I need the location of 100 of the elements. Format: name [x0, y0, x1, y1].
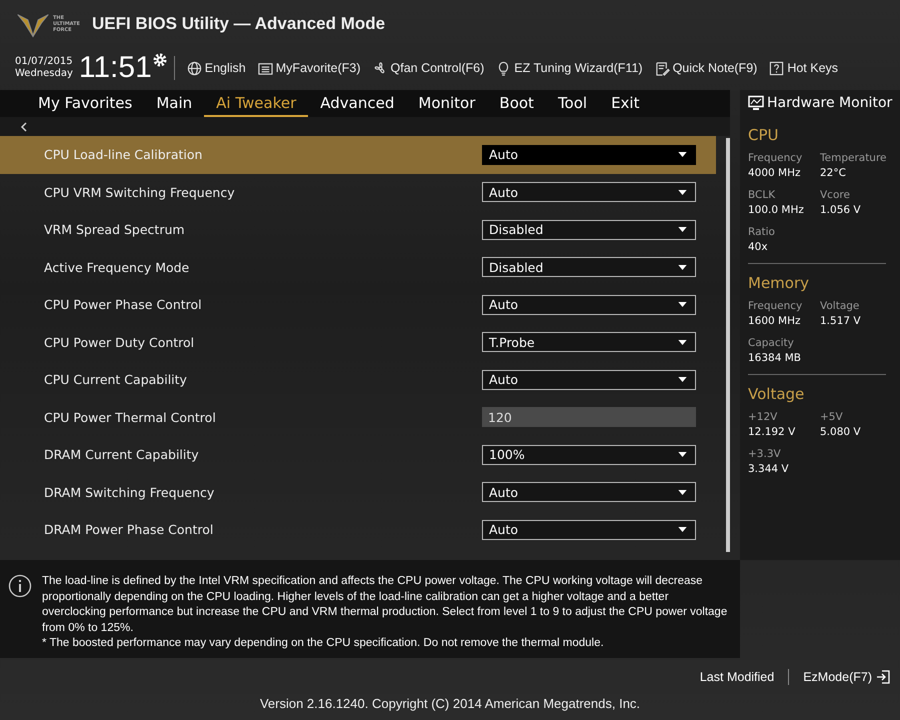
- menu-tab[interactable]: Tool: [546, 90, 600, 117]
- dropdown[interactable]: Auto: [482, 520, 696, 540]
- setting-row[interactable]: CPU Power Duty Control T.Probe: [0, 324, 726, 361]
- dropdown[interactable]: Disabled: [482, 257, 696, 278]
- caret-icon: [678, 227, 687, 232]
- menu-tab[interactable]: Boot: [487, 90, 546, 117]
- setting-label: VRM Spread Spectrum: [44, 222, 185, 238]
- menu-tab[interactable]: Monitor: [406, 90, 488, 117]
- sensor-value: 3.344 V: [748, 463, 790, 475]
- setting-row[interactable]: Active Frequency Mode Disabled: [0, 248, 726, 286]
- setting-row[interactable]: DRAM Current Capability 100%: [0, 436, 726, 474]
- toolbar-button[interactable]: Hot Keys: [763, 60, 844, 76]
- setting-label: CPU Power Duty Control: [44, 334, 194, 350]
- caret-icon: [678, 527, 687, 532]
- help-note: * The boosted performance may vary depending on the CPU specification. Do not remove the thermal module.: [42, 636, 605, 651]
- sensor-label: Ratio: [748, 226, 776, 238]
- sensor-value: 5.080 V: [820, 426, 862, 438]
- menu-tab[interactable]: Exit: [599, 90, 652, 117]
- dropdown[interactable]: Auto: [482, 294, 696, 315]
- setting-label: Active Frequency Mode: [44, 260, 190, 275]
- ezmode-button[interactable]: EzMode(F7): [803, 670, 890, 684]
- setting-label: CPU Power Thermal Control: [44, 410, 216, 425]
- caret-icon: [678, 452, 687, 458]
- dropdown[interactable]: Auto: [482, 370, 696, 390]
- setting-label: CPU Load-line Calibration: [44, 147, 202, 162]
- sensor-label: +5V: [820, 411, 844, 423]
- section-title: CPU: [748, 126, 780, 144]
- setting-label: DRAM Switching Frequency: [44, 484, 214, 500]
- setting-row[interactable]: DRAM Power Phase Control Auto: [0, 511, 726, 548]
- window-title: UEFI BIOS Utility — Advanced Mode: [92, 14, 386, 34]
- menu-tab[interactable]: My Favorites: [26, 90, 144, 117]
- scrollbar[interactable]: [726, 138, 730, 552]
- dropdown[interactable]: Disabled: [482, 220, 696, 240]
- panel-title: Hardware Monitor: [767, 95, 892, 111]
- sensor-label: +12V: [748, 411, 778, 423]
- caret-icon: [678, 340, 687, 345]
- note-icon: [654, 60, 670, 76]
- date-text: 01/07/2015: [15, 56, 73, 68]
- setting-label: DRAM Power Phase Control: [44, 522, 214, 538]
- dropdown[interactable]: 100%: [482, 444, 696, 465]
- setting-row[interactable]: CPU Load-line Calibration Auto: [0, 136, 716, 174]
- section-title: Memory: [748, 274, 810, 292]
- setting-row[interactable]: DRAM Switching Frequency Auto: [0, 474, 726, 511]
- setting-label: CPU Current Capability: [44, 372, 187, 388]
- sensor-label: Frequency: [748, 152, 804, 164]
- sensor-value: 4000 MHz: [748, 167, 802, 179]
- toolbar-button[interactable]: English: [180, 60, 252, 76]
- monitor-icon: [748, 95, 764, 111]
- globe-icon: [186, 60, 202, 76]
- input-field[interactable]: 120: [482, 407, 696, 428]
- setting-row[interactable]: VRM Spread Spectrum Disabled: [0, 211, 726, 248]
- setting-label: DRAM Current Capability: [44, 447, 199, 462]
- fan-icon: [372, 60, 388, 76]
- help-text: The load-line is defined by the Intel VRM specification and affects the CPU power voltage. The CPU working voltage will decrease proportionally depending on the CPU loading. Higher levels of the load-line calibration can get a higher voltage and a better overclocking performance but increase the CPU and VRM thermal production. Select from level 1 to 9 to adjust the CPU power voltage from 0% to 125%.: [42, 574, 728, 636]
- dropdown[interactable]: T.Probe: [482, 332, 696, 352]
- setting-row[interactable]: CPU Power Phase Control Auto: [0, 286, 726, 324]
- setting-row[interactable]: CPU Current Capability Auto: [0, 361, 726, 398]
- last-modified-button[interactable]: Last Modified: [700, 670, 774, 684]
- caret-icon: [678, 190, 687, 195]
- sensor-label: +3.3V: [748, 448, 782, 460]
- setting-row[interactable]: CPU Power Thermal Control 120: [0, 398, 726, 436]
- info-icon: [8, 574, 32, 598]
- dropdown[interactable]: Auto: [482, 144, 696, 165]
- sensor-value: 100.0 MHz: [748, 204, 805, 216]
- clock-time: 11:51: [78, 51, 152, 85]
- section-title: Voltage: [748, 385, 806, 403]
- toolbar-button[interactable]: EZ Tuning Wizard(F11): [490, 60, 649, 76]
- setting-row[interactable]: CPU VRM Switching Frequency Auto: [0, 174, 726, 211]
- caret-icon: [678, 377, 687, 382]
- day-text: Wednesday: [15, 68, 73, 80]
- caret-icon: [678, 490, 687, 495]
- sensor-value: 12.192 V: [748, 426, 796, 438]
- dropdown[interactable]: Auto: [482, 182, 696, 202]
- sensor-value: 1.056 V: [820, 204, 862, 216]
- sensor-value: 22°C: [820, 167, 847, 179]
- settings-icon[interactable]: [152, 52, 168, 68]
- toolbar-button[interactable]: Qfan Control(F6): [366, 60, 490, 76]
- help-icon: [769, 60, 784, 76]
- caret-icon: [678, 264, 687, 270]
- sensor-label: BCLK: [748, 189, 776, 201]
- toolbar-button[interactable]: Quick Note(F9): [648, 60, 764, 76]
- exit-icon: [876, 670, 890, 684]
- sensor-value: 1.517 V: [820, 315, 862, 327]
- caret-icon: [678, 152, 687, 158]
- toolbar-button[interactable]: MyFavorite(F3): [252, 60, 366, 76]
- sensor-label: Temperature: [820, 152, 888, 164]
- caret-icon: [678, 302, 687, 308]
- setting-label: CPU VRM Switching Frequency: [44, 184, 235, 200]
- list-icon: [258, 60, 273, 76]
- sensor-value: 1600 MHz: [748, 315, 802, 327]
- sensor-label: Vcore: [820, 189, 851, 201]
- menu-tab[interactable]: Main: [144, 90, 204, 117]
- menu-tab[interactable]: Advanced: [308, 90, 406, 117]
- sensor-value: 16384 MB: [748, 352, 802, 364]
- back-icon[interactable]: [20, 122, 28, 132]
- sensor-label: Frequency: [748, 300, 804, 312]
- sensor-value: 40x: [748, 241, 769, 253]
- dropdown[interactable]: Auto: [482, 482, 696, 502]
- version-text: Version 2.16.1240. Copyright (C) 2014 American Megatrends, Inc.: [260, 696, 640, 711]
- sensor-label: Capacity: [748, 337, 795, 349]
